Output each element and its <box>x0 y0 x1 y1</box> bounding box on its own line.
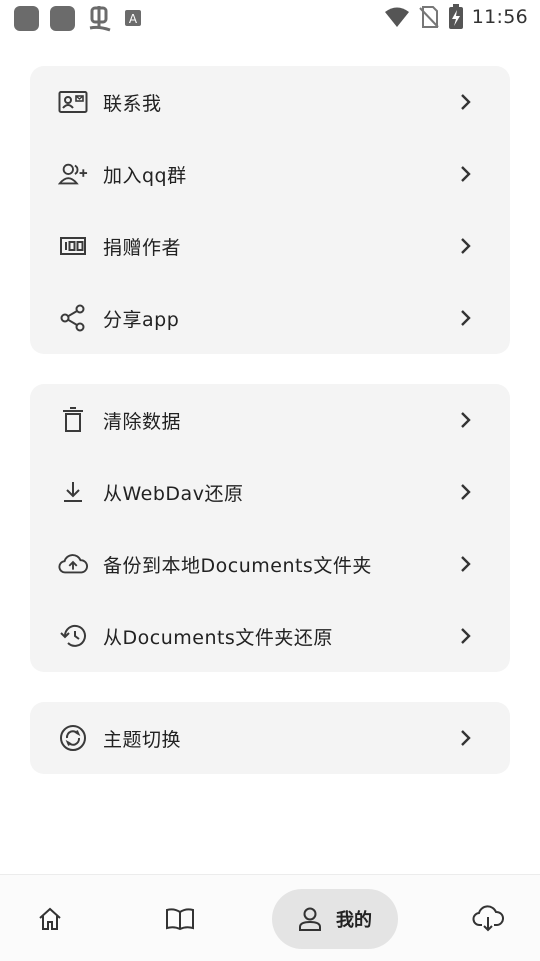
add-group-icon <box>58 160 88 188</box>
bug-icon <box>89 6 111 32</box>
chevron-right-icon <box>461 166 471 182</box>
cloud-upload-icon <box>58 550 88 578</box>
row-label: 从WebDav还原 <box>103 482 244 505</box>
download-icon <box>58 478 88 506</box>
battery-charging-icon <box>448 4 463 29</box>
restore-webdav-row[interactable]: 从WebDav还原 <box>30 456 510 528</box>
row-label: 联系我 <box>103 92 162 115</box>
join-qq-group-row[interactable]: 加入qq群 <box>30 138 510 210</box>
restore-documents-row[interactable]: 从Documents文件夹还原 <box>30 600 510 672</box>
home-icon <box>39 907 61 930</box>
nav-bookshelf[interactable] <box>150 889 210 949</box>
trash-icon <box>58 406 88 434</box>
row-label: 分享app <box>103 308 180 331</box>
chevron-right-icon <box>461 628 471 644</box>
clear-data-row[interactable]: 清除数据 <box>30 384 510 456</box>
contact-card-icon <box>58 88 88 116</box>
data-card: 清除数据 从WebDav还原 备份到本地Documents文件夹 从Docume… <box>30 384 510 672</box>
nav-mine[interactable]: 我的 <box>272 889 398 949</box>
bottom-navigation: 我的 <box>0 874 540 961</box>
donate-row[interactable]: 捐赠作者 <box>30 210 510 282</box>
svg-text:A: A <box>129 12 138 26</box>
chevron-right-icon <box>461 94 471 110</box>
cloud-download-icon <box>472 905 504 932</box>
font-icon: A <box>125 10 141 26</box>
theme-switch-row[interactable]: 主题切换 <box>30 702 510 774</box>
no-sim-icon <box>419 6 439 28</box>
nav-mine-label: 我的 <box>336 910 372 931</box>
nav-cloud-sync[interactable] <box>458 889 518 949</box>
theme-card: 主题切换 <box>30 702 510 774</box>
row-label: 主题切换 <box>103 728 182 751</box>
row-label: 备份到本地Documents文件夹 <box>103 554 372 577</box>
row-label: 加入qq群 <box>103 164 187 187</box>
share-app-row[interactable]: 分享app <box>30 282 510 354</box>
theme-switch-icon <box>58 724 88 752</box>
chevron-right-icon <box>461 412 471 428</box>
contact-me-row[interactable]: 联系我 <box>30 66 510 138</box>
chevron-right-icon <box>461 310 471 326</box>
chevron-right-icon <box>461 556 471 572</box>
app-notification-icon <box>14 6 39 31</box>
row-label: 捐赠作者 <box>103 236 182 259</box>
person-icon <box>299 907 321 931</box>
backup-local-row[interactable]: 备份到本地Documents文件夹 <box>30 528 510 600</box>
row-label: 清除数据 <box>103 410 182 433</box>
row-label: 从Documents文件夹还原 <box>103 626 333 649</box>
share-icon <box>58 304 88 332</box>
app-notification-icon <box>50 6 75 31</box>
status-time: 11:56 <box>471 6 528 28</box>
chevron-right-icon <box>461 730 471 746</box>
history-icon <box>58 622 88 650</box>
wifi-icon <box>384 7 409 27</box>
chevron-right-icon <box>461 238 471 254</box>
chevron-right-icon <box>461 484 471 500</box>
nav-home[interactable] <box>20 889 80 949</box>
donate-icon <box>58 232 88 260</box>
book-icon <box>166 908 194 931</box>
about-card: 联系我 加入qq群 捐赠作者 分享app <box>30 66 510 354</box>
status-bar: A 11:56 <box>0 0 540 38</box>
